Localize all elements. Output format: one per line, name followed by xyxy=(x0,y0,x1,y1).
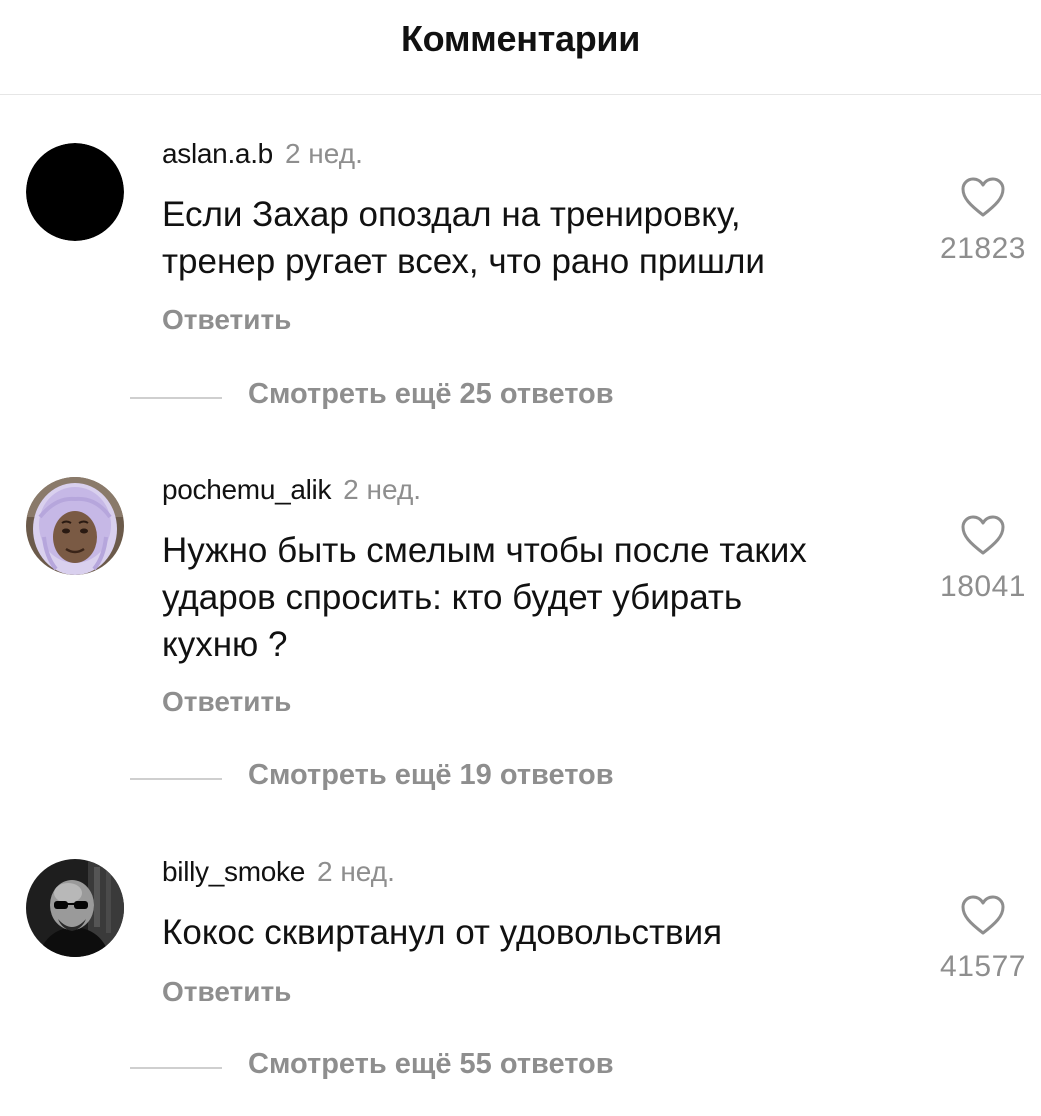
like-control[interactable]: 18041 xyxy=(928,514,1038,604)
comment-meta: aslan.a.b 2 нед. xyxy=(162,138,363,170)
avatar-image xyxy=(26,143,124,241)
avatar-image xyxy=(26,859,124,957)
comment-text: Если Захар опоздал на тренировку, тренер… xyxy=(162,191,922,285)
like-control[interactable]: 21823 xyxy=(928,176,1038,266)
comment-text-line: тренер ругает всех, что рано пришли xyxy=(162,242,765,281)
comment-text-line: ударов спросить: кто будет убирать xyxy=(162,578,743,617)
reply-divider-line xyxy=(130,778,222,780)
reply-divider-line xyxy=(130,397,222,399)
comment-text-line: Нужно быть смелым чтобы после таких xyxy=(162,531,807,570)
comment-text-line: Если Захар опоздал на тренировку, xyxy=(162,195,741,234)
avatar[interactable] xyxy=(26,143,124,241)
comment-meta: billy_smoke 2 нед. xyxy=(162,856,395,888)
view-more-replies-label[interactable]: Смотреть ещё 55 ответов xyxy=(248,1048,614,1081)
timestamp: 2 нед. xyxy=(343,474,422,505)
comment-text-line: Кокос сквиртанул от удовольствия xyxy=(162,913,723,952)
like-count: 41577 xyxy=(940,950,1026,983)
like-count: 18041 xyxy=(940,570,1026,603)
reply-divider-line xyxy=(130,1067,222,1069)
comment-text-line: кухню ? xyxy=(162,625,288,664)
username[interactable]: pochemu_alik xyxy=(162,474,331,505)
comment-text: Нужно быть смелым чтобы после таких удар… xyxy=(162,527,922,668)
reply-button[interactable]: Ответить xyxy=(162,976,291,1008)
heart-outline-icon[interactable] xyxy=(960,894,1006,936)
timestamp: 2 нед. xyxy=(316,856,395,887)
like-control[interactable]: 41577 xyxy=(928,894,1038,984)
comment-text: Кокос сквиртанул от удовольствия xyxy=(162,909,922,956)
page-title: Комментарии xyxy=(400,18,641,59)
view-more-replies-label[interactable]: Смотреть ещё 19 ответов xyxy=(248,759,614,792)
username[interactable]: billy_smoke xyxy=(162,856,305,887)
avatar[interactable] xyxy=(26,477,124,575)
reply-button[interactable]: Ответить xyxy=(162,304,291,336)
like-count: 21823 xyxy=(940,232,1026,265)
heart-outline-icon[interactable] xyxy=(960,176,1006,218)
heart-outline-icon[interactable] xyxy=(960,514,1006,556)
reply-button[interactable]: Ответить xyxy=(162,686,291,718)
header: Комментарии xyxy=(0,0,1041,95)
username[interactable]: aslan.a.b xyxy=(162,138,273,169)
view-more-replies-label[interactable]: Смотреть ещё 25 ответов xyxy=(248,378,614,411)
avatar-image xyxy=(26,477,124,575)
timestamp: 2 нед. xyxy=(284,138,363,169)
avatar[interactable] xyxy=(26,859,124,957)
comment-meta: pochemu_alik 2 нед. xyxy=(162,474,421,506)
